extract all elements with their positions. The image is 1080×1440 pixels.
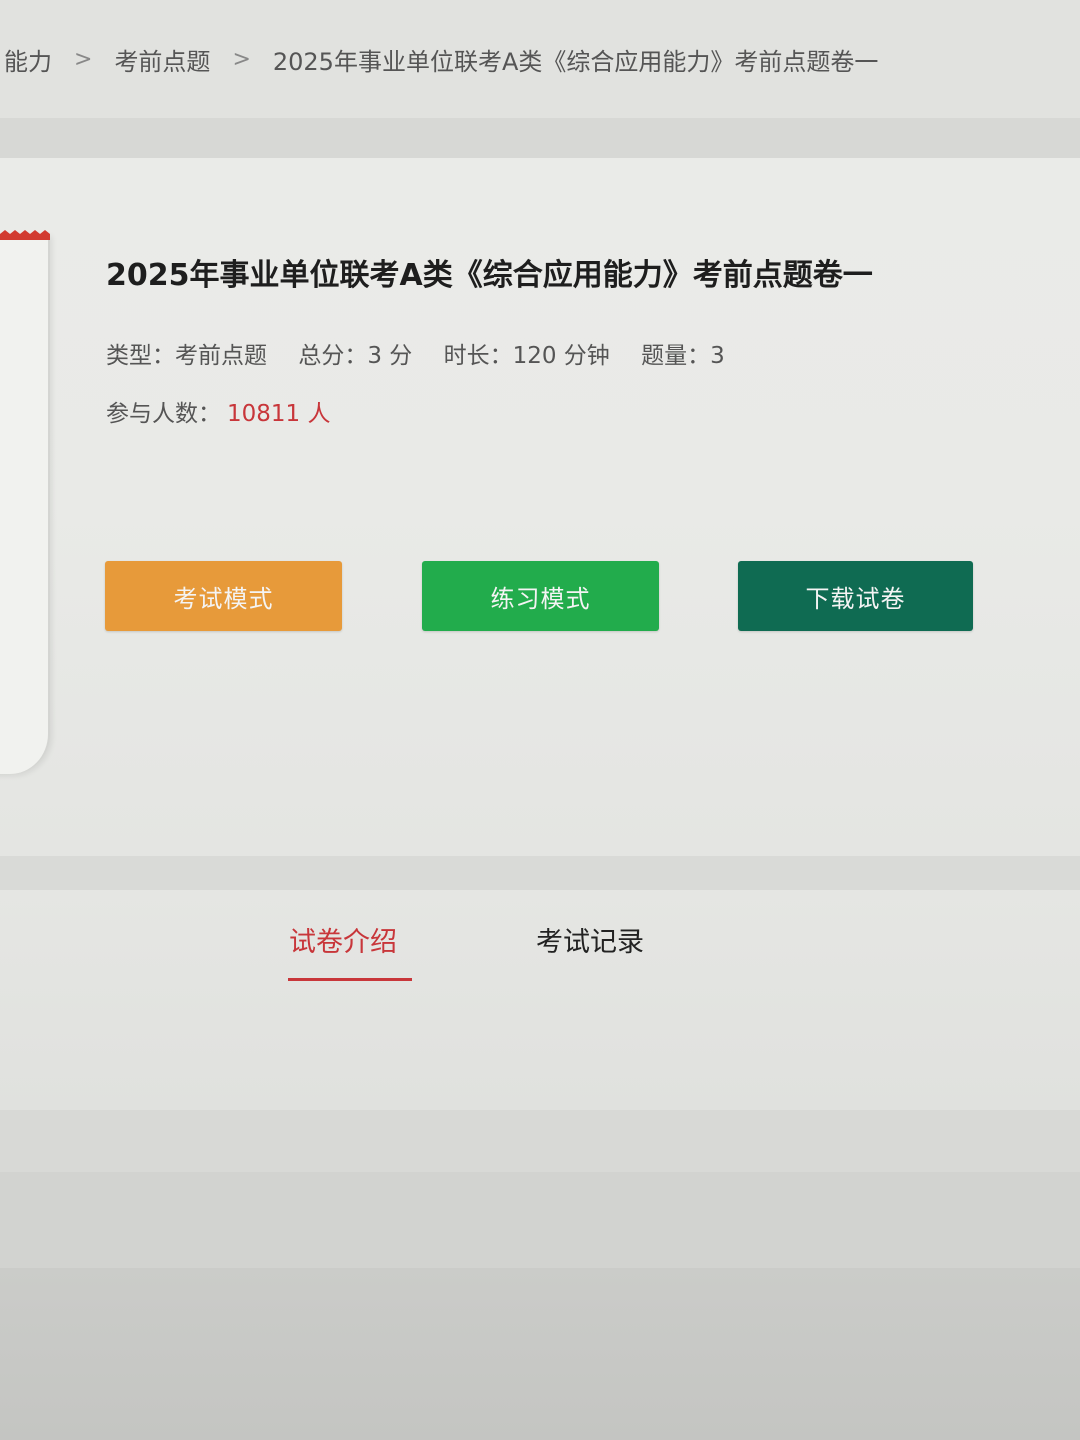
breadcrumb: 能力 > 考前点题 > 2025年事业单位联考A类《综合应用能力》考前点题卷一 xyxy=(0,0,1080,118)
paper-type: 类型：考前点题 xyxy=(106,343,267,369)
practice-mode-button[interactable]: 练习模式 xyxy=(422,561,659,631)
participants-count: 10811 人 xyxy=(227,401,331,427)
paper-duration: 时长：120 分钟 xyxy=(443,343,610,369)
section-divider xyxy=(0,856,1080,890)
breadcrumb-item-current: 2025年事业单位联考A类《综合应用能力》考前点题卷一 xyxy=(272,47,879,76)
paper-info-card: 2025年事业单位联考A类《综合应用能力》考前点题卷一 类型：考前点题 总分：3… xyxy=(0,158,1080,856)
paper-title: 2025年事业单位联考A类《综合应用能力》考前点题卷一 xyxy=(106,258,873,293)
breadcrumb-separator: > xyxy=(232,46,251,72)
breadcrumb-separator: > xyxy=(74,46,93,72)
content-band xyxy=(0,1172,1080,1268)
tab-bar: 试卷介绍 考试记录 xyxy=(0,890,1080,1110)
tab-exam-records[interactable]: 考试记录 xyxy=(536,920,644,959)
breadcrumb-item-category[interactable]: 考前点题 xyxy=(114,42,210,77)
active-tab-indicator xyxy=(288,978,412,981)
header-divider xyxy=(0,118,1080,158)
footer-area xyxy=(0,1268,1080,1440)
participants: 参与人数： 10811 人 xyxy=(106,394,330,428)
thumbnail-ribbon-icon xyxy=(0,230,50,240)
paper-meta: 类型：考前点题 总分：3 分 时长：120 分钟 题量：3 xyxy=(106,336,749,370)
page: 能力 > 考前点题 > 2025年事业单位联考A类《综合应用能力》考前点题卷一 … xyxy=(0,0,1080,1440)
download-paper-button[interactable]: 下载试卷 xyxy=(738,561,973,631)
paper-total-score: 总分：3 分 xyxy=(298,343,413,369)
paper-thumbnail[interactable] xyxy=(0,234,50,774)
paper-question-count: 题量：3 xyxy=(641,343,725,369)
content-band xyxy=(0,1110,1080,1172)
exam-mode-button[interactable]: 考试模式 xyxy=(105,561,342,631)
tab-paper-intro[interactable]: 试卷介绍 xyxy=(289,920,397,959)
breadcrumb-item-ability[interactable]: 能力 xyxy=(4,42,52,77)
participants-label: 参与人数： xyxy=(106,401,221,427)
